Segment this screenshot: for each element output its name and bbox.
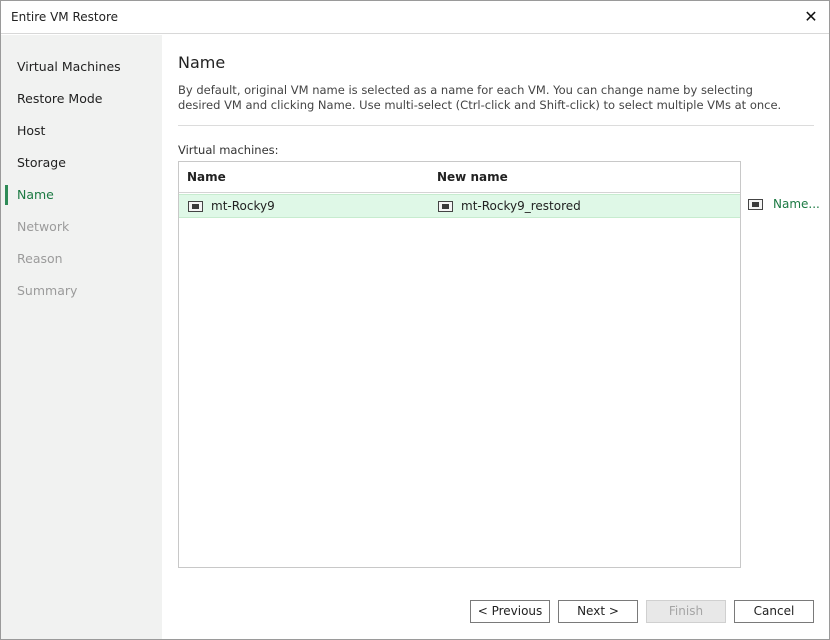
column-header-name[interactable]: Name bbox=[187, 170, 226, 184]
window-title: Entire VM Restore bbox=[11, 10, 119, 24]
step-reason: Reason bbox=[17, 251, 63, 266]
vm-icon bbox=[438, 201, 453, 212]
grid-header: Name New name bbox=[179, 162, 740, 193]
step-summary: Summary bbox=[17, 283, 78, 298]
cancel-button[interactable]: Cancel bbox=[734, 600, 814, 623]
vm-icon bbox=[188, 201, 203, 212]
name-action-label: Name... bbox=[773, 197, 820, 211]
vm-list-label: Virtual machines: bbox=[178, 143, 279, 157]
page-title: Name bbox=[178, 53, 226, 72]
finish-button: Finish bbox=[646, 600, 726, 623]
table-row[interactable]: mt-Rocky9 mt-Rocky9_restored bbox=[179, 194, 740, 218]
column-header-new-name[interactable]: New name bbox=[437, 170, 508, 184]
page-description: By default, original VM name is selected… bbox=[178, 83, 782, 112]
vm-new-name-cell: mt-Rocky9_restored bbox=[461, 199, 581, 213]
step-host[interactable]: Host bbox=[1, 119, 162, 143]
step-content: Name By default, original VM name is sel… bbox=[162, 35, 829, 639]
title-bar: Entire VM Restore ✕ bbox=[1, 1, 829, 34]
close-icon: ✕ bbox=[804, 7, 818, 26]
wizard-steps-sidebar: Virtual Machines Restore Mode Host Stora… bbox=[1, 35, 162, 639]
step-virtual-machines[interactable]: Virtual Machines bbox=[1, 55, 162, 79]
step-name[interactable]: Name bbox=[1, 183, 162, 207]
next-button[interactable]: Next > bbox=[558, 600, 638, 623]
step-storage[interactable]: Storage bbox=[1, 151, 162, 175]
vm-icon bbox=[748, 199, 763, 210]
step-restore-mode[interactable]: Restore Mode bbox=[1, 87, 162, 111]
restore-wizard-window: Entire VM Restore ✕ Virtual Machines Res… bbox=[0, 0, 830, 640]
vm-name-cell: mt-Rocky9 bbox=[211, 199, 275, 213]
vm-list-grid[interactable]: Name New name mt-Rocky9 mt-Rocky9_restor… bbox=[178, 161, 741, 568]
header-divider bbox=[178, 125, 814, 126]
previous-button[interactable]: < Previous bbox=[470, 600, 550, 623]
close-button[interactable]: ✕ bbox=[801, 6, 821, 28]
step-network: Network bbox=[17, 219, 70, 234]
